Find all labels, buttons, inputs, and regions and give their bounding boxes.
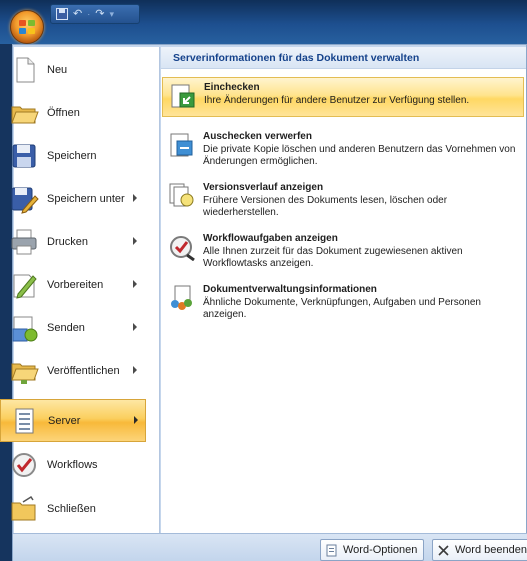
submenu-header: Serverinformationen für das Dokument ver…	[161, 47, 526, 69]
redo-icon[interactable]: ↷	[95, 7, 104, 21]
option-description: Ihre Änderungen für andere Benutzer zur …	[204, 95, 470, 106]
menu-item-label: Drucken	[47, 236, 88, 248]
word-options-label: Word-Optionen	[343, 544, 418, 556]
submenu-arrow-icon	[134, 416, 138, 424]
option-description: Alle Ihnen zurzeit für das Dokument zuge…	[203, 246, 463, 269]
discard-checkout-icon	[170, 133, 193, 157]
checkin-icon	[171, 84, 195, 108]
send-icon	[12, 316, 38, 342]
menu-item-send[interactable]: Senden	[0, 307, 146, 350]
menu-item-label: Workflows	[47, 459, 98, 471]
version-history-icon	[169, 183, 194, 207]
close-x-icon	[438, 544, 449, 556]
option-workflow-tasks[interactable]: Workflowaufgaben anzeigen Alle Ihnen zur…	[162, 229, 524, 275]
prepare-pencil-icon	[13, 274, 37, 299]
close-folder-icon	[11, 495, 36, 521]
option-title: Versionsverlauf anzeigen	[203, 182, 324, 193]
menu-item-publish[interactable]: Veröffentlichen	[0, 350, 146, 393]
server-document-icon	[15, 408, 34, 434]
menu-item-prepare[interactable]: Vorbereiten	[0, 264, 146, 307]
options-document-icon	[326, 544, 337, 556]
menu-item-label: Öffnen	[47, 107, 80, 119]
save-icon[interactable]	[56, 8, 68, 20]
option-discard-checkout[interactable]: Auschecken verwerfen Die private Kopie l…	[162, 127, 524, 173]
submenu-arrow-icon	[133, 323, 137, 331]
printer-icon	[11, 229, 37, 255]
menu-item-label: Neu	[47, 64, 68, 76]
submenu-arrow-icon	[133, 194, 137, 202]
office-logo-icon	[19, 20, 37, 36]
menu-item-label: Senden	[47, 322, 85, 334]
menu-item-new[interactable]: Neu	[0, 49, 146, 92]
menu-item-label: Schließen	[47, 503, 96, 515]
menu-item-label: Speichern	[47, 150, 97, 162]
menu-item-save-as[interactable]: Speichern unter	[0, 178, 146, 221]
undo-icon[interactable]: ↶	[73, 7, 82, 21]
option-title: Dokumentverwaltungsinformationen	[203, 284, 377, 295]
option-description: Frühere Versionen des Dokuments lesen, l…	[203, 195, 448, 218]
menu-item-save[interactable]: Speichern	[0, 135, 146, 178]
workflows-check-icon	[12, 453, 36, 477]
submenu-arrow-icon	[133, 237, 137, 245]
office-button[interactable]	[10, 10, 44, 44]
option-title: Auschecken verwerfen	[203, 131, 312, 142]
menu-item-label: Server	[48, 415, 81, 427]
option-document-management[interactable]: Dokumentverwaltungsinformationen Ähnlich…	[162, 280, 524, 326]
open-folder-icon	[11, 106, 39, 124]
menu-item-server[interactable]: Server	[0, 399, 146, 442]
menu-item-close[interactable]: Schließen	[0, 488, 146, 531]
exit-word-button[interactable]: Word beenden	[432, 539, 527, 561]
submenu-arrow-icon	[133, 280, 137, 288]
menu-item-print[interactable]: Drucken	[0, 221, 146, 264]
save-as-icon	[11, 187, 39, 214]
menu-item-open[interactable]: Öffnen	[0, 92, 146, 135]
menu-item-label: Veröffentlichen	[47, 365, 120, 377]
option-version-history[interactable]: Versionsverlauf anzeigen Frühere Version…	[162, 178, 524, 224]
menu-item-workflows[interactable]: Workflows	[0, 444, 146, 487]
menu-item-label: Vorbereiten	[47, 279, 104, 291]
option-description: Die private Kopie löschen und anderen Be…	[203, 144, 516, 167]
option-title: Einchecken	[204, 82, 260, 93]
quick-access-toolbar: ↶ · ↷ ▾	[50, 4, 140, 24]
publish-folder-icon	[11, 363, 39, 384]
option-title: Workflowaufgaben anzeigen	[203, 233, 338, 244]
menu-item-label: Speichern unter	[47, 193, 125, 205]
document-management-icon	[171, 285, 192, 310]
word-options-button[interactable]: Word-Optionen	[320, 539, 425, 561]
option-description: Ähnliche Dokumente, Verknüpfungen, Aufga…	[203, 297, 481, 320]
submenu-arrow-icon	[133, 366, 137, 374]
workflow-tasks-icon	[170, 236, 195, 261]
customize-toolbar-icon[interactable]: ▾	[109, 7, 114, 21]
undo-dropdown-icon[interactable]: ·	[87, 7, 90, 21]
new-document-icon	[16, 57, 35, 83]
exit-word-label: Word beenden	[455, 544, 527, 556]
option-checkin[interactable]: Einchecken Ihre Änderungen für andere Be…	[162, 77, 524, 117]
save-disk-icon	[12, 144, 36, 168]
